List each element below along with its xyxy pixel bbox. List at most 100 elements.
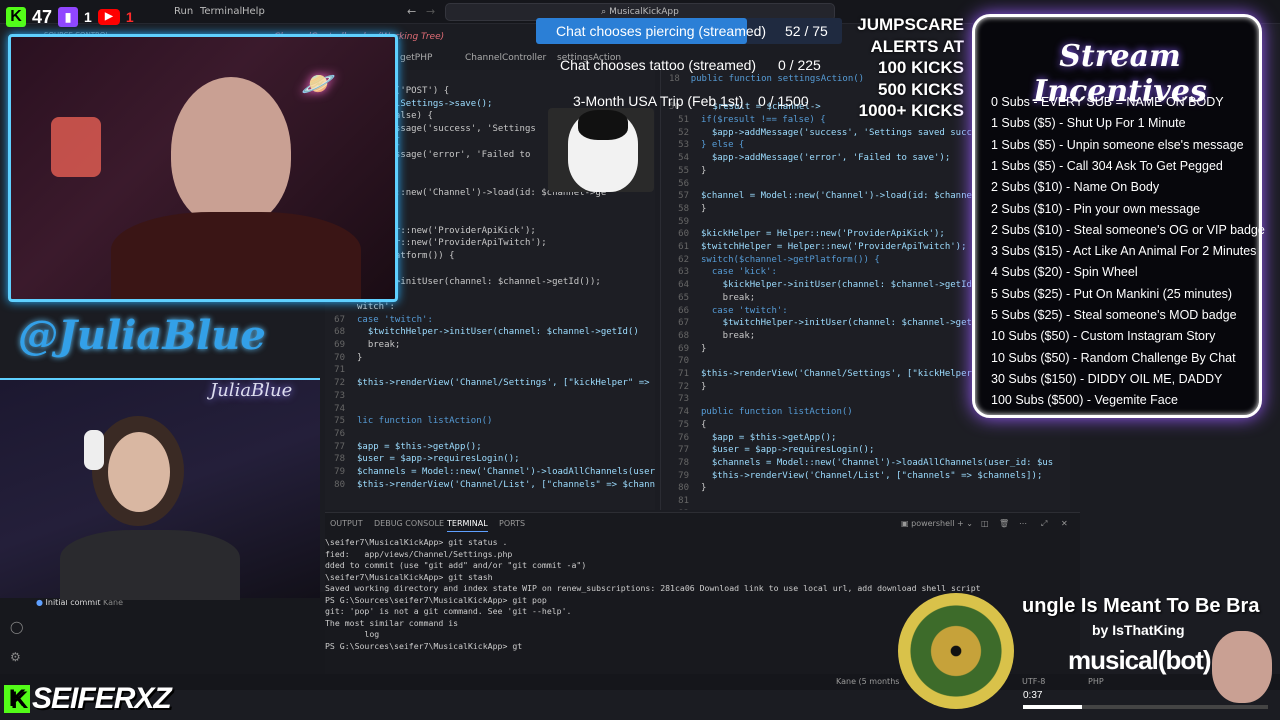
tab-output[interactable]: OUTPUT: [330, 519, 363, 528]
neon-sign: JuliaBlue: [210, 380, 293, 401]
line-number: 61: [678, 242, 689, 253]
goal-bar-tattoo: Chat chooses tattoo (streamed) 0 / 225: [560, 57, 840, 77]
goal-progress: 0 / 225: [778, 57, 821, 73]
line-number: 68: [678, 330, 689, 341]
jumpscare-alerts: JUMPSCARE ALERTS AT 100 KICKS 500 KICKS …: [846, 14, 964, 122]
code-text: lic function listAction(): [357, 416, 493, 427]
maximize-panel-icon[interactable]: ⤢: [1041, 519, 1047, 529]
goal-label: Chat chooses piercing (streamed): [556, 23, 767, 39]
new-terminal-plus-icon[interactable]: + ⌄: [957, 519, 973, 528]
code-text: witch':: [357, 301, 395, 312]
line-number: 81: [678, 496, 689, 507]
code-text: $app = $this->getApp();: [357, 441, 482, 452]
line-number: 69: [334, 340, 345, 351]
twitch-count: 1: [84, 9, 92, 25]
search-icon: ⌕: [601, 7, 610, 17]
code-line: 75 lic function listAction(): [325, 415, 655, 428]
streamer-cam-mini: [1212, 631, 1272, 703]
code-text: $app->addMessage('error', 'Failed to sav…: [701, 153, 951, 164]
trash-icon[interactable]: 🗑: [999, 519, 1009, 528]
line-number: 69: [678, 343, 689, 354]
code-line: 78 $user = $app->requiresLogin();: [325, 453, 655, 466]
code-line: 76 $app = $this->getApp();: [669, 432, 1069, 445]
menu-terminal[interactable]: Terminal: [200, 6, 242, 17]
code-text: {: [701, 419, 707, 430]
line-number: 62: [678, 254, 689, 265]
incentive-item: 5 Subs ($25) - Steal someone's MOD badge: [991, 308, 1237, 322]
line-number: 75: [678, 419, 689, 430]
incentive-item: 0 Subs - EVERY SUB = NAME ON BODY: [991, 95, 1224, 109]
goal-label: Chat chooses tattoo (streamed): [560, 57, 757, 73]
code-text: $twitchHelper->initUser(channel: $channe…: [701, 318, 1005, 329]
line-number: 68: [334, 327, 345, 338]
line-number: 53: [678, 140, 689, 151]
line-number: 71: [334, 365, 345, 376]
kick-logo-icon: K: [4, 685, 30, 713]
terminal-line: dded to commit (use "git add" and/or "gi…: [325, 560, 587, 570]
more-icon[interactable]: ⋯: [1019, 519, 1027, 528]
code-text: }: [701, 381, 707, 392]
code-text: switch($channel->getPlatform()) {: [701, 254, 880, 265]
forward-arrow-icon[interactable]: →: [426, 5, 435, 18]
code-text: $kickHelper->initUser(channel: $channel-…: [701, 280, 994, 291]
cat-head-marking: [578, 110, 628, 140]
code-text: $app = $this->getApp();: [701, 432, 837, 443]
terminal-line: fied: app/views/Channel/Settings.php: [325, 548, 513, 559]
tab-get-php[interactable]: getPHP: [400, 53, 432, 63]
incentive-item: 100 Subs ($500) - Vegemite Face: [991, 393, 1178, 408]
code-line: witch':: [325, 301, 655, 314]
incentive-item: 1 Subs ($5) - Call 304 Ask To Get Pegged: [991, 158, 1223, 173]
cat-overlay-image: [548, 108, 654, 192]
code-line: 74: [325, 403, 655, 416]
back-arrow-icon[interactable]: ←: [407, 5, 416, 18]
code-line: 80 $this->renderView('Channel/List', ["ch…: [325, 479, 655, 492]
incentive-item: 1 Subs ($5) - Unpin someone else's messa…: [991, 137, 1244, 152]
line-number: 73: [334, 390, 345, 401]
line-number: 63: [678, 267, 689, 278]
code-text: if($result !== false) {: [701, 115, 826, 125]
breadcrumb-controller[interactable]: ChannelController: [465, 53, 546, 63]
tab-terminal[interactable]: TERMINAL: [447, 519, 488, 532]
incentive-item: 10 Subs ($50) - Custom Instagram Story: [991, 329, 1216, 344]
stream-incentives-panel: Stream Incentives 0 Subs - EVERY SUB = N…: [972, 14, 1265, 418]
account-icon[interactable]: ◯: [10, 620, 23, 634]
goal-progress: 0 / 1500: [758, 93, 809, 109]
code-line: 68 $twitchHelper->initUser(channel: $cha…: [325, 326, 655, 339]
terminal-shell-selector[interactable]: ▣ powershell: [901, 519, 954, 528]
split-terminal-icon[interactable]: ◫: [981, 519, 989, 528]
line-number: 79: [678, 470, 689, 481]
line-number: 70: [678, 356, 689, 367]
musicalbot-brand: musical(bot): [1068, 645, 1212, 675]
close-panel-icon[interactable]: ✕: [1061, 519, 1068, 528]
incentive-item: 2 Subs ($10) - Pin your own message: [991, 201, 1201, 216]
jumpscare-line: ALERTS AT: [870, 36, 965, 56]
tab-debug-console[interactable]: DEBUG CONSOLE: [374, 519, 444, 528]
code-line: 82: [669, 508, 1069, 510]
kick-count: 47: [32, 6, 53, 27]
gear-icon[interactable]: ⚙: [10, 650, 21, 664]
incentive-item: 2 Subs ($10) - Name On Body: [991, 180, 1160, 195]
lamp-light: [51, 117, 101, 177]
tab-ports[interactable]: PORTS: [499, 519, 525, 528]
code-line: 69 break;: [325, 339, 655, 352]
jumpscare-line: 100 KICKS: [878, 58, 964, 77]
line-number: 80: [334, 479, 345, 490]
menu-run[interactable]: Run: [174, 6, 193, 17]
code-text: case 'kick':: [701, 267, 777, 278]
code-line: 73: [325, 390, 655, 403]
song-title: ungle Is Meant To Be Bra: [1022, 595, 1260, 617]
line-number: 76: [678, 432, 689, 443]
youtube-icon: ▶: [97, 9, 120, 25]
line-number: 51: [678, 115, 689, 125]
twitch-icon: ▮: [58, 7, 79, 27]
code-text: $this->renderView('Channel/List', ["chan…: [357, 479, 655, 490]
menu-help[interactable]: Help: [242, 6, 265, 17]
streamer-shirt-2: [60, 530, 240, 600]
seifer-handle: SEIFERXZ: [32, 682, 172, 715]
source-control-sidebar: ● Initial commit Kane renew_subscription…: [0, 592, 325, 686]
goal-progress: 52 / 75: [785, 23, 828, 39]
line-number: 70: [334, 352, 345, 363]
streamer-shirt: [111, 212, 361, 299]
code-line: 77 $user = $app->requiresLogin();: [669, 444, 1069, 457]
code-line: 79 $this->renderView('Channel/List', ["c…: [669, 470, 1069, 483]
